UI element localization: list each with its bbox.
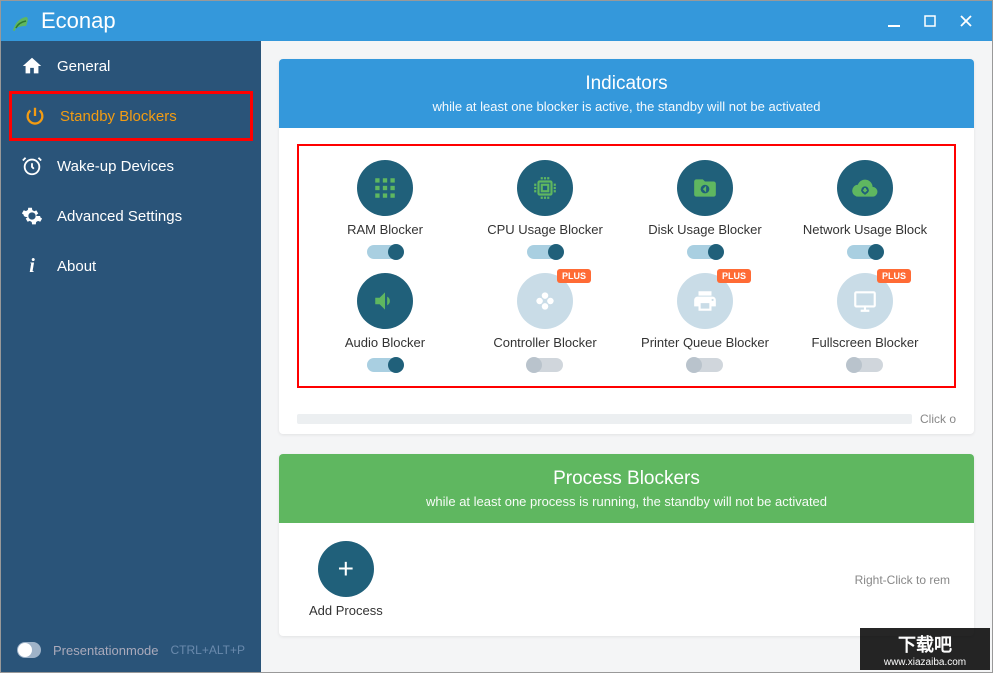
indicators-header: Indicators while at least one blocker is… (279, 59, 974, 128)
plus-badge: PLUS (557, 269, 591, 283)
indicator-fullscreen[interactable]: PLUS Fullscreen Blocker (789, 273, 941, 372)
indicator-toggle[interactable] (847, 245, 883, 259)
plus-icon: + (318, 541, 374, 597)
indicator-network[interactable]: Network Usage Block (789, 160, 941, 259)
indicator-label: Network Usage Block (803, 222, 927, 237)
indicator-audio[interactable]: Audio Blocker (309, 273, 461, 372)
indicator-label: CPU Usage Blocker (487, 222, 603, 237)
close-button[interactable] (948, 3, 984, 39)
processes-header: Process Blockers while at least one proc… (279, 454, 974, 523)
plus-badge: PLUS (717, 269, 751, 283)
indicators-panel: Indicators while at least one blocker is… (279, 59, 974, 434)
processes-panel: Process Blockers while at least one proc… (279, 454, 974, 636)
network-icon (837, 160, 893, 216)
sidebar-item-about[interactable]: i About (1, 241, 261, 291)
horizontal-scrollbar[interactable] (297, 414, 912, 424)
ram-icon (357, 160, 413, 216)
disk-icon (677, 160, 733, 216)
app-name: Econap (41, 8, 116, 34)
click-hint: Click o (920, 412, 956, 426)
indicator-toggle[interactable] (367, 245, 403, 259)
indicator-label: RAM Blocker (347, 222, 423, 237)
right-click-hint: Right-Click to rem (855, 573, 956, 587)
audio-icon (357, 273, 413, 329)
indicator-label: Controller Blocker (493, 335, 596, 350)
leaf-icon (9, 9, 33, 33)
clock-icon (21, 155, 43, 177)
printer-icon: PLUS (677, 273, 733, 329)
indicator-label: Audio Blocker (345, 335, 425, 350)
info-icon: i (21, 255, 43, 277)
presentation-mode-label: Presentationmode (53, 643, 159, 658)
maximize-button[interactable] (912, 3, 948, 39)
indicator-ram[interactable]: RAM Blocker (309, 160, 461, 259)
sidebar: General Standby Blockers Wake-up Devices… (1, 41, 261, 672)
indicators-subtitle: while at least one blocker is active, th… (293, 99, 960, 114)
indicator-label: Fullscreen Blocker (812, 335, 919, 350)
indicator-controller[interactable]: PLUS Controller Blocker (469, 273, 621, 372)
plus-badge: PLUS (877, 269, 911, 283)
app-logo: Econap (9, 8, 116, 34)
processes-title: Process Blockers (293, 468, 960, 490)
indicator-toggle[interactable] (367, 358, 403, 372)
sidebar-item-advanced-settings[interactable]: Advanced Settings (1, 191, 261, 241)
indicator-label: Disk Usage Blocker (648, 222, 761, 237)
presentation-shortcut: CTRL+ALT+P (171, 643, 245, 657)
add-process-button[interactable]: + Add Process (309, 541, 383, 618)
sidebar-item-standby-blockers[interactable]: Standby Blockers (9, 91, 253, 141)
add-process-label: Add Process (309, 603, 383, 618)
cpu-icon (517, 160, 573, 216)
indicator-toggle[interactable] (527, 245, 563, 259)
watermark: 下载吧 www.xiazaiba.com (860, 628, 990, 670)
indicator-printer[interactable]: PLUS Printer Queue Blocker (629, 273, 781, 372)
sidebar-item-label: Advanced Settings (57, 208, 182, 225)
processes-subtitle: while at least one process is running, t… (293, 494, 960, 509)
indicator-label: Printer Queue Blocker (641, 335, 769, 350)
sidebar-item-general[interactable]: General (1, 41, 261, 91)
indicator-cpu[interactable]: CPU Usage Blocker (469, 160, 621, 259)
home-icon (21, 55, 43, 77)
indicator-disk[interactable]: Disk Usage Blocker (629, 160, 781, 259)
indicator-toggle[interactable] (527, 358, 563, 372)
sidebar-item-label: About (57, 258, 96, 275)
controller-icon: PLUS (517, 273, 573, 329)
indicator-toggle[interactable] (847, 358, 883, 372)
indicators-highlight-box: RAM Blocker CPU Usage Blocker Disk Usage B… (297, 144, 956, 388)
sidebar-item-label: Standby Blockers (60, 108, 177, 125)
presentation-mode-toggle[interactable] (17, 642, 41, 658)
titlebar: Econap (1, 1, 992, 41)
indicator-toggle[interactable] (687, 358, 723, 372)
power-icon (24, 105, 46, 127)
sidebar-footer: Presentationmode CTRL+ALT+P (1, 628, 261, 672)
fullscreen-icon: PLUS (837, 273, 893, 329)
indicator-toggle[interactable] (687, 245, 723, 259)
minimize-button[interactable] (876, 3, 912, 39)
indicators-title: Indicators (293, 73, 960, 95)
gear-icon (21, 205, 43, 227)
sidebar-item-label: General (57, 58, 110, 75)
sidebar-item-label: Wake-up Devices (57, 158, 174, 175)
sidebar-item-wakeup-devices[interactable]: Wake-up Devices (1, 141, 261, 191)
content-area: Indicators while at least one blocker is… (261, 41, 992, 672)
